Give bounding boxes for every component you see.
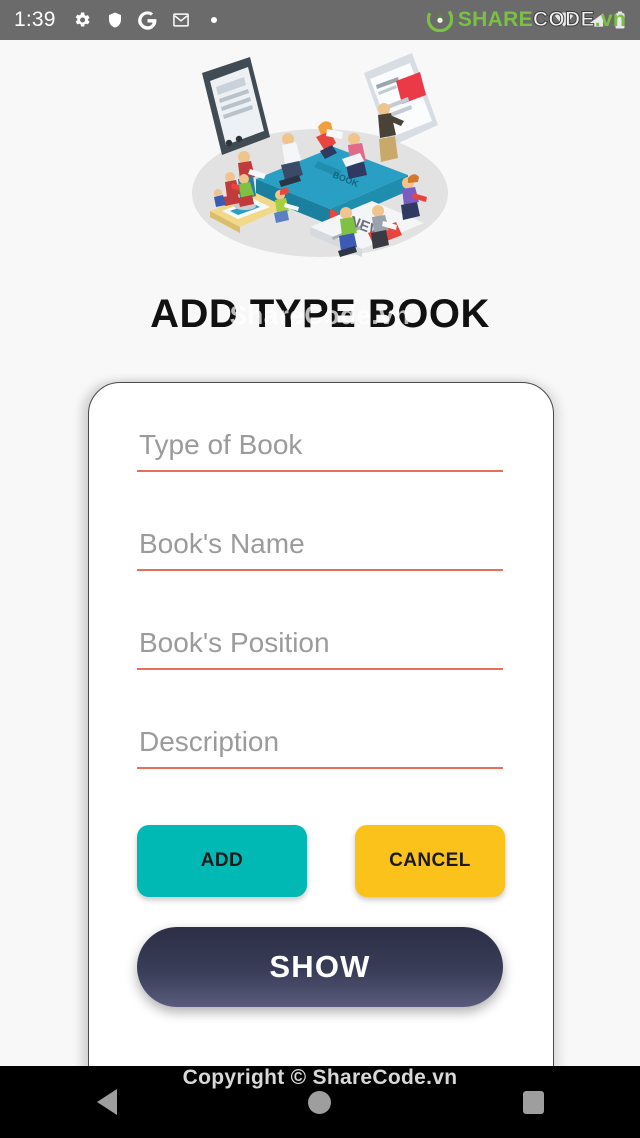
people-reading-books-illustration: BOOK NEWS <box>192 53 448 257</box>
field-books-position[interactable] <box>137 627 503 670</box>
google-g-icon <box>137 10 157 30</box>
recents-square-icon <box>522 1090 544 1114</box>
sharecode-logo-text: SHARECODE.vn <box>457 7 626 31</box>
type-of-book-input[interactable] <box>137 429 503 472</box>
books-position-input[interactable] <box>137 627 503 670</box>
books-name-input[interactable] <box>137 528 503 571</box>
form-card: ADD CANCEL SHOW <box>88 382 554 1072</box>
show-button[interactable]: SHOW <box>137 927 503 1007</box>
page-title: ADD TYPE BOOK <box>150 292 490 336</box>
add-button[interactable]: ADD <box>137 825 307 897</box>
logo-vn-text: .vn <box>594 7 626 31</box>
logo-share-text: SHARE <box>457 7 533 31</box>
android-navigation-bar <box>0 1066 640 1138</box>
logo-code-text: CODE <box>532 7 595 31</box>
dark-tablet-icon <box>202 57 270 155</box>
field-type-of-book[interactable] <box>137 429 503 472</box>
field-description[interactable] <box>137 726 503 769</box>
light-tablet-icon <box>364 53 438 147</box>
sharecode-watermark-logo: SHARECODE.vn <box>426 6 626 32</box>
cancel-button[interactable]: CANCEL <box>354 825 505 897</box>
nav-recents-button[interactable] <box>501 1078 565 1126</box>
status-bar-icons <box>72 10 217 30</box>
back-triangle-icon <box>96 1089 117 1115</box>
hero-illustration: BOOK NEWS <box>0 46 640 276</box>
action-button-row: ADD CANCEL <box>137 825 505 897</box>
field-books-name[interactable] <box>137 528 503 571</box>
shield-icon <box>106 10 124 30</box>
gear-icon <box>72 10 92 30</box>
dot-indicator <box>210 17 217 23</box>
nav-back-button[interactable] <box>75 1078 139 1126</box>
gmail-icon <box>171 10 191 30</box>
status-bar-time: 1:39 <box>14 8 56 31</box>
nav-home-button[interactable] <box>288 1078 352 1126</box>
sharecode-logo-mark <box>426 6 453 32</box>
description-input[interactable] <box>137 726 503 769</box>
home-circle-icon <box>308 1090 332 1114</box>
